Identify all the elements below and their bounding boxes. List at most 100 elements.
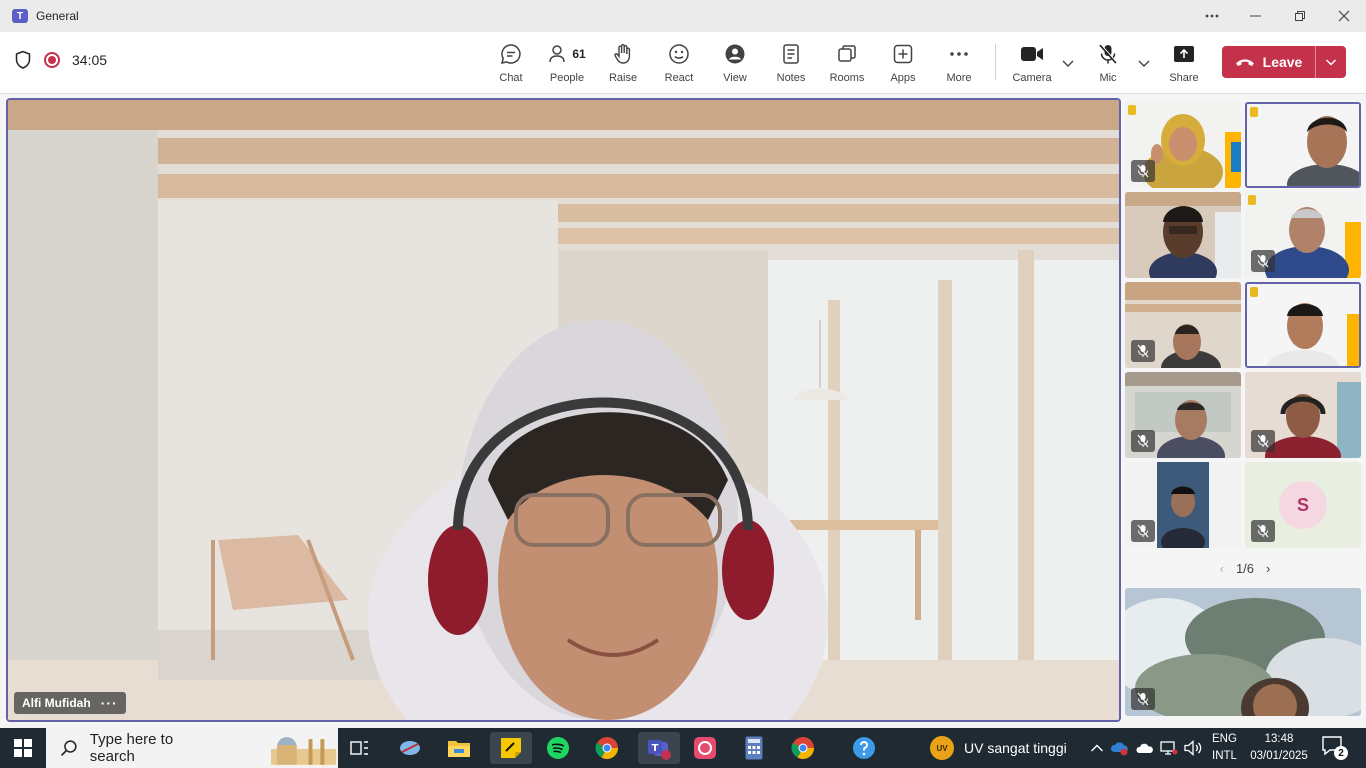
raise-hand-button[interactable]: Raise: [597, 42, 649, 86]
notes-button[interactable]: Notes: [765, 42, 817, 86]
more-button[interactable]: More: [933, 42, 985, 86]
participant-tile[interactable]: [1245, 192, 1361, 278]
participant-tile-active-speaker[interactable]: [1245, 282, 1361, 368]
participant-video: [1125, 588, 1361, 716]
search-icon: [60, 740, 77, 757]
onedrive-error-icon[interactable]: [1110, 740, 1130, 756]
hand-icon: [612, 42, 634, 66]
avatar: S: [1279, 481, 1327, 529]
share-button[interactable]: Share: [1158, 42, 1210, 86]
weather-widget[interactable]: UV UV sangat tinggi: [930, 728, 1067, 768]
camera-icon: [1020, 42, 1044, 66]
spotify-icon[interactable]: [542, 732, 574, 764]
participant-tile[interactable]: [1125, 102, 1241, 188]
participant-name: Alfi Mufidah: [22, 696, 91, 710]
help-icon[interactable]: [848, 732, 880, 764]
chat-icon: [500, 42, 522, 66]
participant-tile[interactable]: [1125, 372, 1241, 458]
calculator-icon[interactable]: [738, 732, 770, 764]
clock-time: 13:48: [1264, 733, 1294, 745]
people-button[interactable]: 61 People: [541, 42, 593, 86]
system-tray: [1090, 728, 1202, 768]
chat-button[interactable]: Chat: [485, 42, 537, 86]
teams-taskbar-icon[interactable]: T: [638, 732, 680, 764]
view-icon: [724, 42, 746, 66]
meeting-stage: Alfi Mufidah ··· S ‹ 1/6 ›: [0, 94, 1366, 728]
volume-icon[interactable]: [1184, 740, 1202, 756]
notification-center-button[interactable]: 2: [1322, 736, 1348, 760]
language-indicator[interactable]: ENG INTL: [1212, 731, 1237, 765]
org-badge-icon: [1250, 287, 1258, 297]
chrome-profile-icon[interactable]: [787, 732, 819, 764]
mic-button[interactable]: Mic: [1082, 42, 1134, 86]
minimize-icon[interactable]: [1234, 0, 1278, 32]
participant-options-icon[interactable]: ···: [101, 695, 118, 711]
leave-options-chevron-icon[interactable]: [1316, 46, 1346, 78]
previous-page-icon[interactable]: ‹: [1220, 561, 1224, 576]
windows-logo-icon: [14, 739, 32, 757]
show-hidden-icons-chevron-icon[interactable]: [1090, 743, 1104, 753]
taskbar-search-box[interactable]: Type here to search: [46, 728, 338, 768]
notification-count-badge: 2: [1334, 746, 1348, 760]
clock-date: 03/01/2025: [1250, 750, 1308, 762]
snipping-tool-icon[interactable]: [394, 732, 426, 764]
mic-muted-icon: [1251, 430, 1275, 452]
participant-tile[interactable]: [1125, 282, 1241, 368]
mic-options-chevron-icon[interactable]: [1137, 56, 1151, 70]
participant-video: [1247, 104, 1359, 186]
mic-muted-icon: [1131, 688, 1155, 710]
hang-up-icon: [1235, 59, 1254, 66]
people-count: 61: [572, 47, 586, 61]
leave-button[interactable]: Leave: [1222, 46, 1346, 78]
participant-tile[interactable]: [1245, 372, 1361, 458]
leave-main[interactable]: Leave: [1222, 46, 1315, 78]
view-button[interactable]: View: [709, 42, 761, 86]
people-icon: [549, 45, 566, 63]
mic-muted-icon: [1131, 520, 1155, 542]
mic-muted-icon: [1251, 520, 1275, 542]
notes-icon: [780, 42, 802, 66]
chrome-icon[interactable]: [591, 732, 623, 764]
teams-logo-icon: T: [12, 9, 28, 23]
recording-icon: [44, 52, 60, 68]
task-view-icon[interactable]: [344, 732, 376, 764]
participant-tile-active-speaker[interactable]: [1245, 102, 1361, 188]
meeting-toolbar: 34:05 Chat 61 People Raise React View No…: [0, 32, 1366, 94]
title-bar: T General: [0, 0, 1366, 32]
main-video-tile[interactable]: Alfi Mufidah ···: [6, 98, 1121, 722]
window-title: General: [36, 9, 79, 23]
mic-muted-icon: [1131, 430, 1155, 452]
more-icon: [949, 42, 969, 66]
participant-name-chip[interactable]: Alfi Mufidah ···: [14, 692, 126, 714]
org-badge-icon: [1248, 195, 1256, 205]
rooms-icon: [836, 42, 858, 66]
file-explorer-icon[interactable]: [443, 732, 475, 764]
svg-text:T: T: [652, 743, 659, 754]
restore-icon[interactable]: [1278, 0, 1322, 32]
taskbar-clock[interactable]: 13:48 03/01/2025: [1246, 731, 1312, 765]
gallery-pager: ‹ 1/6 ›: [1205, 558, 1285, 578]
shield-icon[interactable]: [14, 50, 32, 70]
more-options-icon[interactable]: [1190, 0, 1234, 32]
camera-button[interactable]: Camera: [1006, 42, 1058, 86]
next-page-icon[interactable]: ›: [1266, 561, 1270, 576]
participant-video: [1247, 284, 1359, 366]
apps-button[interactable]: Apps: [877, 42, 929, 86]
network-icon[interactable]: [1160, 740, 1178, 756]
org-badge-icon: [1128, 105, 1136, 115]
close-icon[interactable]: [1322, 0, 1366, 32]
onedrive-icon[interactable]: [1136, 742, 1154, 754]
rooms-button[interactable]: Rooms: [821, 42, 873, 86]
start-button[interactable]: [0, 728, 46, 768]
sticky-notes-icon[interactable]: [490, 732, 532, 764]
mic-muted-icon: [1131, 160, 1155, 182]
participant-tile[interactable]: [1125, 192, 1241, 278]
mic-muted-icon: [1131, 340, 1155, 362]
self-view-tile[interactable]: [1125, 588, 1361, 716]
participant-tile[interactable]: [1125, 462, 1241, 548]
camera-options-chevron-icon[interactable]: [1061, 56, 1075, 70]
participant-tile[interactable]: S: [1245, 462, 1361, 548]
weather-text: UV sangat tinggi: [964, 740, 1067, 756]
react-button[interactable]: React: [653, 42, 705, 86]
creative-cloud-icon[interactable]: [689, 732, 721, 764]
